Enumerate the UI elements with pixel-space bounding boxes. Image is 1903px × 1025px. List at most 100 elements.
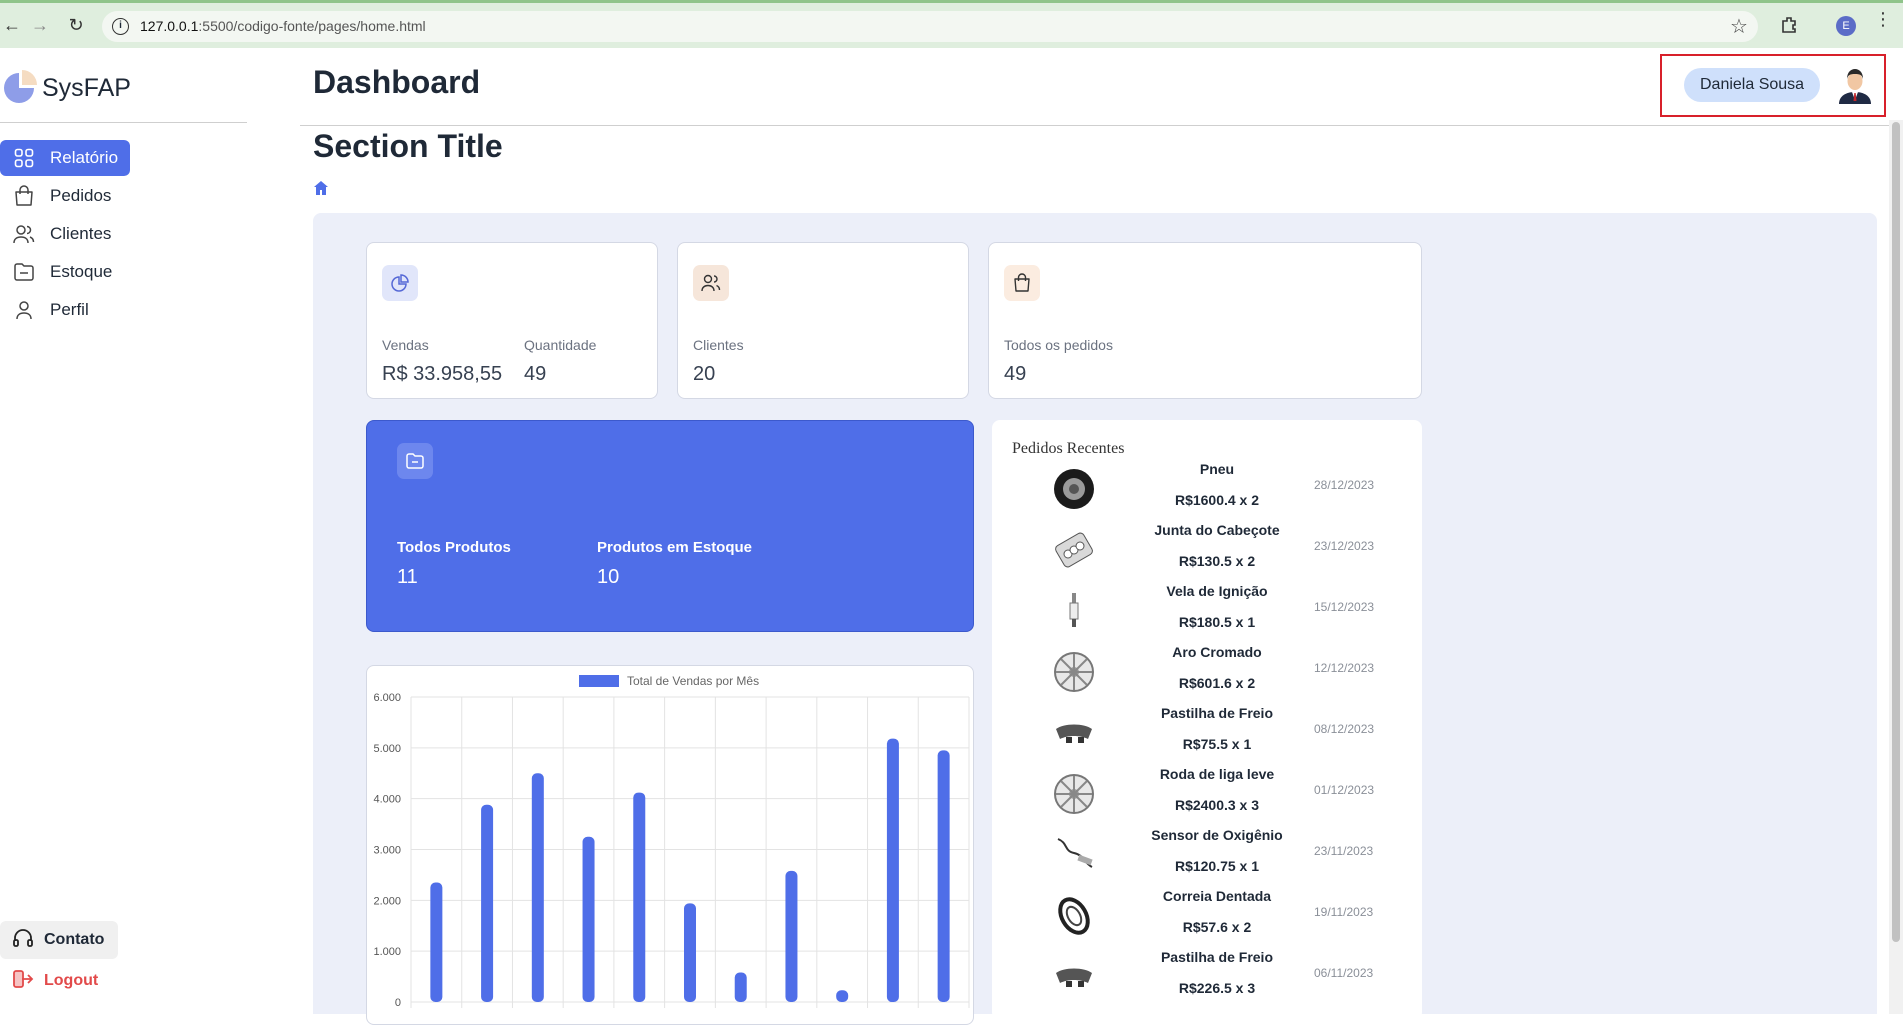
- order-row[interactable]: Correia Dentada R$57.6 x 2 19/11/2023: [992, 888, 1422, 949]
- order-row[interactable]: Aro Cromado R$601.6 x 2 12/12/2023: [992, 644, 1422, 705]
- products-card: Todos Produtos 11 Produtos em Estoque 10: [366, 420, 974, 632]
- chart-bar: [785, 870, 798, 1002]
- order-product-name: Pastilha de Freio: [1160, 705, 1274, 721]
- order-row[interactable]: Pneu R$1600.4 x 2 28/12/2023: [992, 461, 1422, 522]
- chart-bar: [836, 990, 849, 1002]
- users-icon: [693, 265, 729, 301]
- product-thumbnail: [1069, 593, 1079, 627]
- y-tick-label: 2.000: [373, 895, 401, 907]
- all-products-label: Todos Produtos: [397, 539, 511, 556]
- order-product-name: Pneu: [1199, 461, 1235, 477]
- brand[interactable]: SysFAP: [0, 66, 131, 110]
- url-text[interactable]: 127.0.0.1:5500/codigo-fonte/pages/home.h…: [140, 18, 426, 34]
- avatar[interactable]: [1837, 66, 1873, 104]
- browser-profile-avatar[interactable]: E: [1836, 16, 1856, 36]
- logout-label: Logout: [44, 972, 99, 989]
- chart-bar: [684, 903, 696, 1002]
- order-price: R$601.6 x 2: [1178, 675, 1256, 691]
- clients-label: Clientes: [693, 337, 744, 353]
- order-row[interactable]: Pastilha de Freio R$226.5 x 3 06/11/2023: [992, 949, 1422, 1010]
- chart-bar: [430, 882, 443, 1002]
- stock-products-label: Produtos em Estoque: [597, 539, 753, 556]
- order-product-name: Junta do Cabeçote: [1154, 522, 1280, 538]
- sidebar-item-clientes[interactable]: Clientes: [0, 216, 247, 252]
- user-name-badge[interactable]: Daniela Sousa: [1684, 68, 1821, 102]
- sales-label: Vendas: [382, 337, 429, 353]
- order-price: R$180.5 x 1: [1178, 614, 1256, 630]
- sidebar-item-estoque[interactable]: Estoque: [0, 254, 247, 290]
- order-date: 12/12/2023: [1314, 661, 1375, 675]
- order-date: 28/12/2023: [1314, 478, 1375, 492]
- product-thumbnail: [1054, 774, 1094, 814]
- logout-button[interactable]: Logout: [12, 966, 98, 996]
- order-product-name: Roda de liga leve: [1159, 766, 1275, 782]
- sidebar-menu: Relatório Pedidos Clientes Estoque Perfi…: [0, 140, 247, 330]
- order-product-name: Sensor de Oxigênio: [1151, 827, 1283, 843]
- order-row[interactable]: Pastilha de Freio R$75.5 x 1 08/12/2023: [992, 705, 1422, 766]
- address-bar[interactable]: i 127.0.0.1:5500/codigo-fonte/pages/home…: [102, 11, 1758, 42]
- back-arrow-icon[interactable]: ←: [0, 13, 24, 37]
- product-thumbnail: [1057, 838, 1093, 868]
- order-price: R$226.5 x 3: [1178, 980, 1256, 996]
- folder-icon: [397, 443, 433, 479]
- sidebar-item-perfil[interactable]: Perfil: [0, 292, 247, 328]
- sidebar-item-pedidos[interactable]: Pedidos: [0, 178, 247, 214]
- order-date: 06/11/2023: [1314, 966, 1374, 980]
- pie-chart-icon: [382, 265, 418, 301]
- chart-bar: [481, 804, 494, 1002]
- order-date: 23/11/2023: [1314, 844, 1374, 858]
- section-title: Section Title: [313, 128, 503, 164]
- scrollbar-thumb[interactable]: [1892, 122, 1900, 942]
- order-row[interactable]: Roda de liga leve R$2400.3 x 3 01/12/2023: [992, 766, 1422, 827]
- recent-orders-title: Pedidos Recentes: [1012, 440, 1125, 457]
- y-tick-label: 0: [395, 997, 401, 1009]
- order-price: R$1600.4 x 2: [1174, 492, 1260, 508]
- orders-label: Todos os pedidos: [1004, 337, 1113, 353]
- order-date: 19/11/2023: [1314, 905, 1374, 919]
- legend-swatch: [579, 675, 619, 687]
- dashboard-panel: Vendas R$ 33.958,55 Quantidade 49 Client…: [313, 213, 1877, 1025]
- page-title: Dashboard: [313, 64, 481, 100]
- sidebar-item-relatorio[interactable]: Relatório: [0, 140, 130, 176]
- stock-products-value: 10: [597, 566, 620, 588]
- brand-logo-icon: [4, 70, 37, 103]
- clients-card: Clientes 20: [677, 242, 969, 399]
- product-thumbnail: [1054, 652, 1094, 692]
- product-thumbnail: [1056, 968, 1092, 987]
- orders-card: Todos os pedidos 49: [988, 242, 1422, 399]
- product-thumbnail: [1055, 532, 1093, 568]
- home-icon[interactable]: [313, 180, 329, 196]
- bookmark-star-icon[interactable]: ☆: [1730, 14, 1748, 39]
- divider: [300, 125, 1890, 126]
- chart-bar: [886, 738, 899, 1002]
- y-tick-label: 3.000: [373, 845, 401, 857]
- chart-bar: [734, 972, 747, 1002]
- order-row[interactable]: Vela de Ignição R$180.5 x 1 15/12/2023: [992, 583, 1422, 644]
- brand-name: SysFAP: [42, 73, 131, 102]
- sales-value: R$ 33.958,55: [382, 363, 503, 385]
- user-menu[interactable]: Daniela Sousa: [1660, 54, 1886, 117]
- order-date: 08/12/2023: [1314, 722, 1375, 736]
- site-info-icon[interactable]: i: [112, 18, 129, 35]
- sidebar-item-label: Estoque: [50, 262, 113, 281]
- order-row[interactable]: Junta do Cabeçote R$130.5 x 2 23/12/2023: [992, 522, 1422, 583]
- sidebar-item-label: Pedidos: [50, 186, 112, 205]
- reload-icon[interactable]: ↻: [64, 13, 88, 37]
- y-tick-label: 4.000: [373, 794, 401, 806]
- all-products-value: 11: [397, 566, 418, 588]
- recent-orders-card: Pedidos Recentes Pneu R$1600.4 x 2 28/12/2…: [992, 420, 1422, 1020]
- chart-bar: [937, 750, 950, 1002]
- order-product-name: Vela de Ignição: [1166, 583, 1268, 599]
- order-product-name: Aro Cromado: [1172, 644, 1262, 660]
- forward-arrow-icon[interactable]: →: [28, 13, 52, 37]
- order-row[interactable]: Sensor de Oxigênio R$120.75 x 1 23/11/2023: [992, 827, 1422, 888]
- legend-label: Total de Vendas por Mês: [627, 674, 759, 688]
- page-scrollbar[interactable]: [1889, 120, 1903, 1014]
- extensions-icon[interactable]: [1780, 15, 1800, 35]
- browser-toolbar: ← → ↻ i 127.0.0.1:5500/codigo-fonte/page…: [0, 0, 1903, 48]
- sidebar-item-label: Relatório: [50, 148, 119, 167]
- contact-button[interactable]: Contato: [0, 921, 118, 959]
- grid-icon: [12, 146, 36, 170]
- browser-menu-icon[interactable]: ⋮: [1874, 10, 1892, 28]
- logout-icon: [12, 969, 34, 994]
